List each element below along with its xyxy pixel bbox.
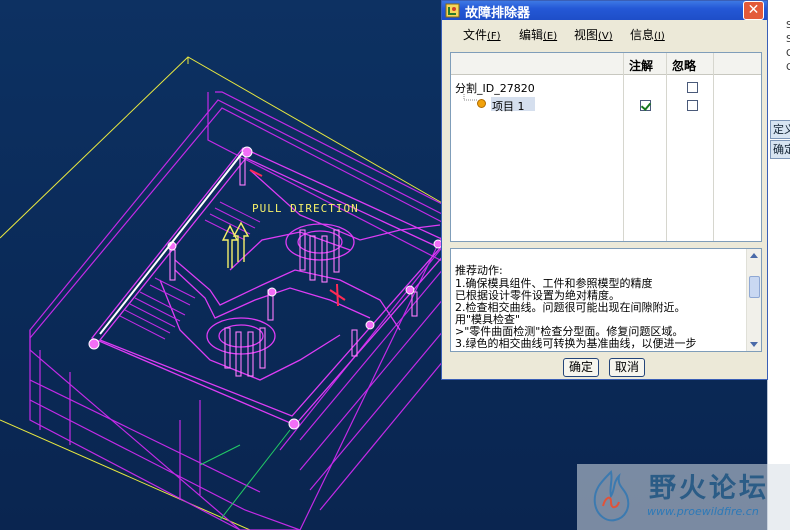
dialog-titlebar[interactable]: 故障排除器 ✕ [442,1,767,21]
issue-tree[interactable]: 注解 忽略 分割_ID_27820 项目 1 [450,52,762,242]
ok-button[interactable]: 确定 [563,358,599,377]
tree-node-item-1[interactable]: 项目 1 [492,98,525,114]
menu-file-key: (F) [487,31,501,42]
annotate-checkbox-item-1[interactable] [640,100,651,111]
menu-view-key: (V) [598,31,613,42]
menu-file[interactable]: 文件(F) [463,26,501,43]
dialog-menubar: 文件(F) 编辑(E) 视图(V) 信息(I) [443,23,766,45]
watermark-title: 野火论坛 [649,473,769,504]
info-line: 3.绿色的相交曲线可转换为基准曲线，以便进一步 [455,337,697,350]
forum-watermark: 野火论坛 www.proewildfire.cn [577,464,790,530]
column-header-ignore[interactable]: 忽略 [672,57,696,74]
flame-logo-icon [593,470,630,522]
scroll-down-icon[interactable] [750,342,758,347]
side-line-2: S [786,34,790,45]
column-divider [623,53,624,241]
watermark-url: www.proewildfire.cn [647,505,759,518]
info-scrollbar[interactable] [746,249,761,351]
model-tree-panel: S S G C 定义 确定 [767,0,790,530]
confirm-button[interactable]: 确定 [770,140,790,159]
scroll-up-icon[interactable] [750,253,758,258]
troubleshooter-dialog: 故障排除器 ✕ 文件(F) 编辑(E) 视图(V) 信息(I) 注解 忽略 分割… [441,0,768,380]
cancel-button[interactable]: 取消 [609,358,645,377]
menu-edit-key: (E) [543,31,558,42]
dialog-title: 故障排除器 [465,6,531,21]
menu-view[interactable]: 视图(V) [574,26,613,43]
menu-info-key: (I) [654,31,665,42]
menu-info[interactable]: 信息(I) [630,26,665,43]
recommendation-text[interactable]: 推荐动作: 1.确保模具组件、工件和参照模型的精度 已根据设计零件设置为绝对精度… [450,248,762,352]
pull-direction-label: PULL DIRECTION [252,202,359,215]
menu-view-label: 视图 [574,28,599,42]
troubleshooter-icon [445,3,460,18]
side-line-3: G [786,48,790,59]
close-button[interactable]: ✕ [743,1,764,20]
warning-dot-icon [477,99,486,108]
menu-file-label: 文件 [463,28,488,42]
column-header-annotate[interactable]: 注解 [629,57,653,74]
scroll-thumb[interactable] [749,276,760,298]
ignore-checkbox-split[interactable] [687,82,698,93]
column-divider [666,53,667,241]
menu-edit[interactable]: 编辑(E) [519,26,557,43]
side-line-1: S [786,20,790,31]
ignore-checkbox-item-1[interactable] [687,100,698,111]
column-divider [713,53,714,241]
menu-info-label: 信息 [630,28,655,42]
menu-edit-label: 编辑 [519,28,544,42]
define-button[interactable]: 定义 [770,120,790,139]
side-line-4: C [786,62,790,73]
tree-header: 注解 忽略 [451,53,761,75]
